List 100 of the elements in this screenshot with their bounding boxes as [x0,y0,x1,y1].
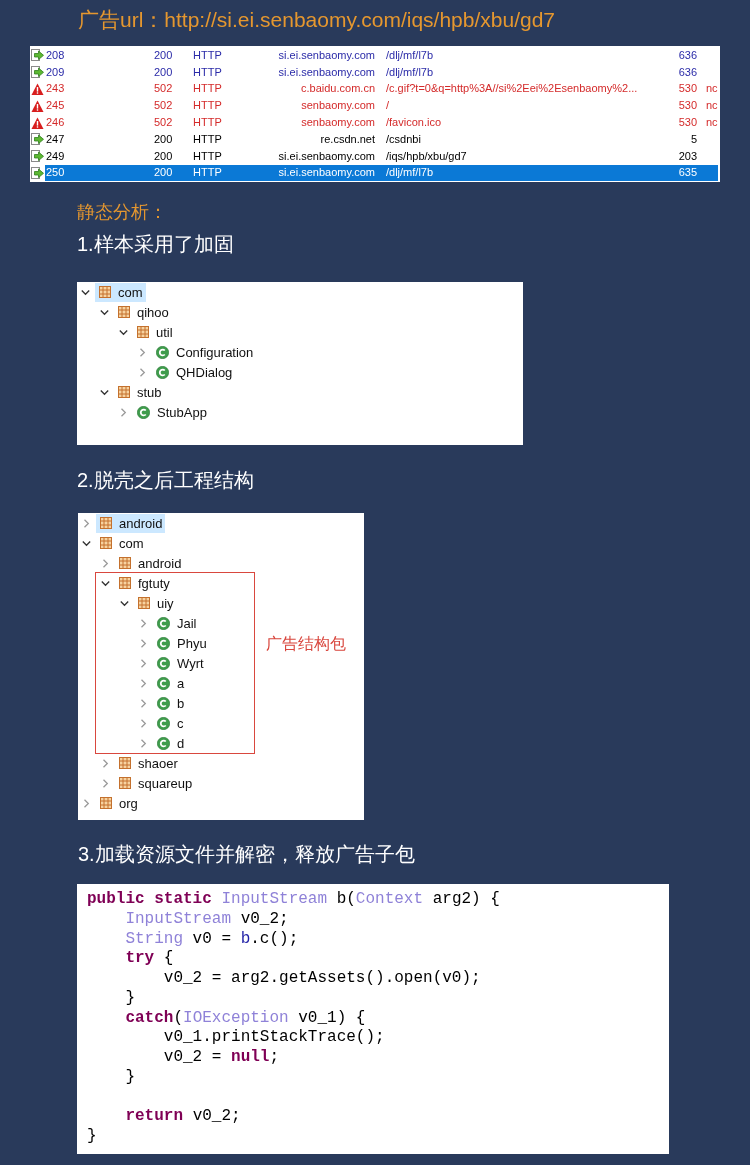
chevron-down-icon[interactable] [119,327,128,337]
table-cell: 249 [46,149,65,163]
package-icon [119,557,131,570]
code-line: v0_1.printStackTrace(); [163,1028,385,1048]
section-heading: 静态分析： [77,201,167,225]
table-cell: 200 [154,132,173,146]
chevron-right-icon[interactable] [139,738,148,748]
table-cell: /c.gif?t=0&q=http%3A//si%2Eei%2Esenbaomy%2... [386,82,638,96]
class-icon [157,736,170,750]
tree-item[interactable]: Configuration [152,342,257,362]
table-cell: re.csdn.net [320,132,375,146]
class-icon [157,676,170,690]
chevron-down-icon[interactable] [100,307,109,317]
chevron-down-icon[interactable] [81,287,90,297]
chevron-right-icon[interactable] [119,407,128,417]
tree-item[interactable]: fgtuty [115,573,173,593]
chevron-right-icon[interactable] [101,778,110,788]
chevron-right-icon[interactable] [82,518,91,528]
package-icon [118,306,130,319]
chevron-right-icon[interactable] [139,658,148,668]
package-icon [100,537,112,550]
table-cell: HTTP [193,65,222,79]
class-icon [157,716,170,730]
chevron-right-icon[interactable] [82,798,91,808]
tree-item[interactable]: c [153,713,187,733]
package-icon [119,757,131,770]
tree-item[interactable]: squareup [115,773,196,793]
chevron-right-icon[interactable] [139,678,148,688]
chevron-right-icon[interactable] [101,558,110,568]
table-cell: /iqs/hpb/xbu/gd7 [386,149,467,163]
code-line: catch(IOException v0_1) { [125,1008,366,1029]
tree-item[interactable]: StubApp [133,402,210,422]
package-icon [137,326,149,339]
tree-item[interactable]: com [95,282,146,302]
tree-item[interactable]: qihoo [114,302,172,322]
session-row[interactable]: 245 502 HTTP senbaomy.com / 530 nc [45,97,718,115]
session-row[interactable]: 209 200 HTTP si.ei.senbaomy.com /dlj/mf/l7b 636 [45,63,718,81]
table-cell: 200 [154,149,173,163]
table-cell: si.ei.senbaomy.com [278,166,375,180]
class-icon [157,636,170,650]
tree-item[interactable]: d [153,733,188,753]
table-cell: c.baidu.com.cn [301,82,375,96]
tree-item[interactable]: android [96,513,166,533]
code-line: InputStream v0_2; [125,910,289,930]
chevron-down-icon[interactable] [101,578,110,588]
chevron-right-icon[interactable] [101,758,110,768]
table-cell: 635 [678,166,697,180]
table-cell: nc [706,99,718,113]
session-row[interactable]: 250 200 HTTP si.ei.senbaomy.com /dlj/mf/l7b 635 [45,164,718,182]
table-cell: senbaomy.com [301,99,375,113]
table-cell: /favicon.ico [386,116,442,130]
session-row[interactable]: 249 200 HTTP si.ei.senbaomy.com /iqs/hpb/xbu/gd7 203 [45,147,718,165]
tree-item[interactable]: shaoer [115,753,181,773]
table-cell: 5 [690,132,697,146]
tree-item[interactable]: android [115,553,185,573]
tree-item[interactable]: Wyrt [153,653,207,673]
table-cell: 243 [46,82,65,96]
chevron-right-icon[interactable] [139,618,148,628]
table-cell: HTTP [193,99,222,113]
table-cell: 530 [678,82,697,96]
tree-item[interactable]: Jail [153,613,200,633]
session-row[interactable]: 246 502 HTTP senbaomy.com /favicon.ico 530 nc [45,114,718,131]
chevron-right-icon[interactable] [138,347,147,357]
chevron-right-icon[interactable] [139,638,148,648]
tree-item[interactable]: b [153,693,188,713]
code-line: return v0_2; [125,1107,241,1127]
class-icon [157,696,170,710]
tree-item[interactable]: a [153,673,188,693]
session-row[interactable]: 247 200 HTTP re.csdn.net /csdnbi 5 [45,131,718,148]
tree-item[interactable]: org [96,793,141,813]
chevron-right-icon[interactable] [138,367,147,377]
chevron-down-icon[interactable] [120,598,129,608]
session-row[interactable]: 208 200 HTTP si.ei.senbaomy.com /dlj/mf/l7b 636 [45,47,718,64]
table-cell: 250 [46,166,65,180]
step-heading: 3.加载资源文件并解密，释放广告子包 [78,842,415,868]
code-line: } [125,988,135,1009]
table-cell: 247 [46,132,65,146]
chevron-right-icon[interactable] [139,698,148,708]
tree-item[interactable]: util [133,322,176,342]
table-cell: 200 [154,65,173,79]
code-line: try { [125,949,174,970]
class-icon [156,365,169,379]
tree-item[interactable]: uiy [134,593,177,613]
class-icon [157,656,170,670]
tree-item[interactable]: Phyu [153,633,210,653]
table-cell: si.ei.senbaomy.com [278,48,375,62]
table-cell: 200 [154,48,173,62]
table-cell: 203 [678,149,697,163]
table-cell: si.ei.senbaomy.com [278,149,375,163]
chevron-down-icon[interactable] [100,387,109,397]
tree-item[interactable]: stub [114,382,165,402]
session-row[interactable]: 243 502 HTTP c.baidu.com.cn /c.gif?t=0&q=http%3A//si%2Eei%2Esenbaomy%2... 530 nc [45,80,718,98]
code-line: } [87,1126,97,1147]
chevron-down-icon[interactable] [82,538,91,548]
tree-item[interactable]: com [96,533,147,553]
chevron-right-icon[interactable] [139,718,148,728]
package-icon [138,597,150,610]
tree-item[interactable]: QHDialog [152,362,236,382]
table-cell: 246 [46,116,65,130]
table-cell: nc [706,82,718,96]
